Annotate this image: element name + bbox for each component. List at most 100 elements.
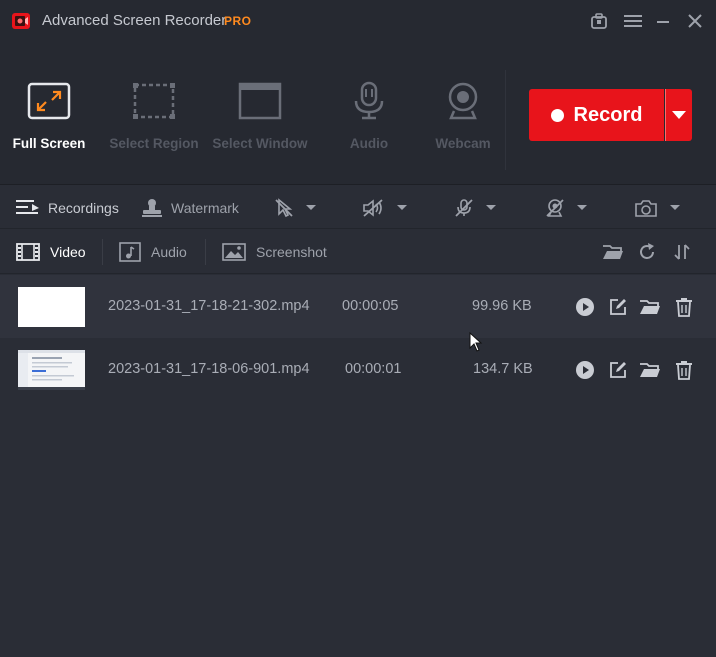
window-icon (237, 78, 283, 124)
tab-video[interactable]: Video (16, 230, 86, 274)
video-thumbnail (18, 287, 85, 327)
mode-webcam[interactable]: Webcam (430, 42, 496, 185)
record-button[interactable]: Record (529, 89, 664, 141)
folder-open-icon (640, 363, 660, 377)
tab-divider (205, 239, 206, 265)
mode-audio[interactable]: Audio (340, 42, 398, 185)
screenshot-dropdown[interactable] (634, 186, 680, 229)
tab-label: Screenshot (256, 244, 327, 260)
recordings-label: Recordings (48, 199, 119, 216)
delete-button[interactable] (673, 359, 695, 381)
image-icon (222, 243, 246, 261)
file-name: 2023-01-31_17-18-21-302.mp4 (108, 298, 310, 314)
capture-mode-bar: Full Screen Select Region Select Window (0, 42, 716, 185)
stamp-icon (142, 198, 162, 217)
recordings-tabs: Video Audio Screenshot (0, 230, 716, 274)
recordings-button[interactable]: Recordings (16, 186, 119, 229)
folder-open-icon (640, 300, 660, 314)
region-icon (131, 78, 177, 124)
watermark-label: Watermark (171, 199, 239, 216)
film-icon (16, 243, 40, 261)
folder-open-icon (603, 245, 623, 259)
close-icon (688, 14, 702, 28)
record-label: Record (573, 103, 643, 126)
minimize-icon (657, 21, 669, 23)
mode-label: Select Region (109, 136, 199, 151)
file-size: 99.96 KB (472, 298, 532, 314)
play-icon (576, 298, 594, 316)
watermark-button[interactable]: Watermark (141, 186, 239, 229)
tab-label: Video (50, 244, 86, 260)
tab-screenshot[interactable]: Screenshot (222, 230, 327, 274)
close-button[interactable] (684, 10, 706, 32)
cursor-effects-dropdown[interactable] (274, 186, 316, 229)
edit-button[interactable] (607, 296, 629, 318)
mode-select-region[interactable]: Select Region (106, 42, 202, 185)
toolbox-button[interactable] (588, 10, 610, 32)
app-logo-icon (11, 11, 31, 31)
pro-badge: PRO (224, 14, 252, 28)
record-dot-icon (550, 108, 564, 122)
mode-label: Select Window (212, 136, 308, 151)
edit-icon (610, 362, 626, 378)
sort-button[interactable] (671, 241, 693, 263)
webcam-overlay-dropdown[interactable] (545, 186, 587, 229)
open-location-button[interactable] (639, 296, 661, 318)
duration: 00:00:05 (342, 298, 399, 314)
open-folder-button[interactable] (602, 241, 624, 263)
camera-icon (635, 199, 657, 217)
title-bar: Advanced Screen Recorder PRO (0, 0, 716, 42)
tab-label: Audio (151, 244, 187, 260)
list-item[interactable]: 2023-01-31_17-18-21-302.mp4 00:00:05 99.… (0, 275, 716, 338)
duration: 00:00:01 (345, 361, 402, 377)
chevron-down-icon (486, 205, 496, 210)
refresh-button[interactable] (636, 241, 658, 263)
file-size: 134.7 KB (473, 361, 533, 377)
play-icon (576, 361, 594, 379)
mode-label: Audio (349, 136, 389, 151)
microphone-off-icon (455, 198, 473, 217)
options-toolbar: Recordings Watermark (0, 186, 716, 229)
record-options-dropdown[interactable] (665, 89, 692, 141)
delete-button[interactable] (673, 296, 695, 318)
mode-label: Webcam (435, 136, 491, 151)
webcam-icon (440, 78, 486, 124)
tab-audio[interactable]: Audio (119, 230, 187, 274)
recordings-list: 2023-01-31_17-18-21-302.mp4 00:00:05 99.… (0, 275, 716, 657)
chevron-down-icon (672, 111, 686, 119)
chevron-down-icon (670, 205, 680, 210)
open-location-button[interactable] (639, 359, 661, 381)
trash-icon (676, 298, 692, 317)
webcam-off-icon (546, 198, 564, 217)
cursor-off-icon (275, 197, 293, 217)
chevron-down-icon (306, 205, 316, 210)
play-button[interactable] (574, 296, 596, 318)
menu-button[interactable] (622, 10, 644, 32)
list-icon (16, 199, 39, 214)
mouse-pointer-icon (469, 331, 483, 352)
toolbox-icon (591, 13, 607, 29)
edit-icon (610, 299, 626, 315)
mode-label: Full Screen (12, 136, 86, 151)
file-name: 2023-01-31_17-18-06-901.mp4 (108, 361, 310, 377)
music-note-icon (119, 242, 141, 262)
mode-select-window[interactable]: Select Window (208, 42, 312, 185)
menu-icon (624, 15, 642, 27)
system-audio-dropdown[interactable] (361, 186, 407, 229)
minimize-button[interactable] (652, 10, 674, 32)
microphone-dropdown[interactable] (454, 186, 496, 229)
mode-divider (505, 70, 506, 170)
list-item[interactable]: 2023-01-31_17-18-06-901.mp4 00:00:01 134… (0, 338, 716, 401)
chevron-down-icon (397, 205, 407, 210)
play-button[interactable] (574, 359, 596, 381)
tab-divider (102, 239, 103, 265)
edit-button[interactable] (607, 359, 629, 381)
video-thumbnail (18, 350, 85, 390)
microphone-icon (346, 78, 392, 124)
trash-icon (676, 361, 692, 380)
speaker-off-icon (363, 198, 383, 217)
fullscreen-icon (26, 78, 72, 124)
chevron-down-icon (577, 205, 587, 210)
app-title: Advanced Screen Recorder (42, 12, 227, 29)
mode-full-screen[interactable]: Full Screen (8, 42, 90, 185)
